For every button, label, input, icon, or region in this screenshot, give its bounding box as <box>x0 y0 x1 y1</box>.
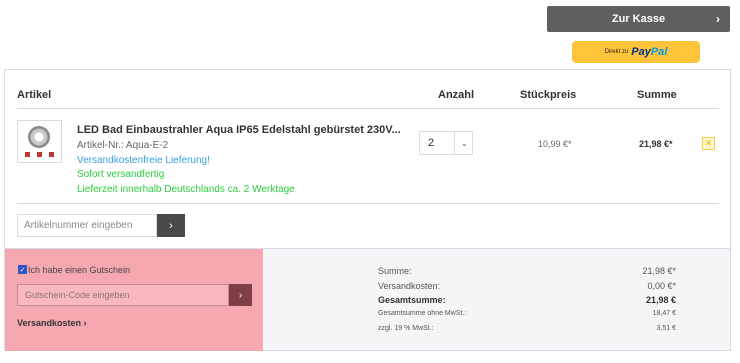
cart-panel: Artikel Anzahl Stückpreis Summe LED Bad … <box>4 69 731 351</box>
summary-row-subtotal: Summe: 21,98 €* <box>378 266 676 276</box>
chevron-right-icon: › <box>169 219 173 232</box>
article-number-field[interactable] <box>17 214 157 237</box>
availability-note: Sofort versandfertig <box>77 169 165 180</box>
summary-value: 21,98 € <box>645 295 676 305</box>
product-article-number: Artikel-Nr.: Aqua-E-2 <box>77 140 169 151</box>
add-article-button[interactable]: › <box>157 214 185 237</box>
summary-label: Gesamtsumme: <box>378 295 446 305</box>
paypal-button[interactable]: Direkt zu Pay Pal <box>572 41 700 63</box>
redeem-voucher-button[interactable]: › <box>229 284 252 306</box>
summary-row-shipping: Versandkosten: 0,00 €* <box>378 281 676 291</box>
voucher-checkbox[interactable]: ✓ <box>18 265 27 274</box>
paypal-logo-part-1: Pay <box>631 46 651 58</box>
cart-header-row: Artikel Anzahl Stückpreis Summe <box>5 70 730 108</box>
header-stueckpreis: Stückpreis <box>520 89 577 101</box>
summary-label: Versandkosten: <box>378 281 441 291</box>
summary-row-vat: zzgl. 19 % MwSt.: 3,51 € <box>378 325 676 332</box>
summary-value: 18,47 € <box>652 310 676 317</box>
shipping-note: Versandkostenfreie Lieferung! <box>77 155 210 166</box>
checkout-button[interactable]: Zur Kasse › <box>547 6 730 32</box>
badge-icon <box>37 152 42 157</box>
summary-value: 3,51 € <box>656 325 676 332</box>
checkout-label: Zur Kasse <box>611 13 666 25</box>
divider <box>17 203 719 204</box>
voucher-field[interactable] <box>17 284 229 306</box>
summary-value: 0,00 €* <box>647 281 676 291</box>
close-icon: ✕ <box>704 138 713 148</box>
chevron-down-icon: ⌄ <box>461 138 468 148</box>
badge-icon <box>25 152 30 157</box>
summary-row-total: Gesamtsumme: 21,98 € <box>378 295 676 305</box>
remove-item-button[interactable]: ✕ <box>702 137 715 150</box>
divider <box>454 132 455 154</box>
chevron-right-icon: › <box>238 289 243 301</box>
header-anzahl: Anzahl <box>438 89 475 101</box>
quantity-value: 2 <box>428 137 435 149</box>
product-thumbnail[interactable] <box>17 120 62 163</box>
unit-price: 10,99 €* <box>538 139 572 149</box>
article-number-input[interactable] <box>18 220 154 231</box>
lamp-image <box>28 126 50 148</box>
chevron-right-icon: › <box>716 12 720 26</box>
shipping-costs-link[interactable]: Versandkosten › <box>17 318 87 328</box>
header-artikel: Artikel <box>17 89 52 101</box>
header-summe: Summe <box>637 89 677 101</box>
paypal-prefix: Direkt zu <box>604 49 629 55</box>
voucher-code-input[interactable] <box>18 290 223 300</box>
line-total: 21,98 €* <box>639 139 673 149</box>
summary-label: zzgl. 19 % MwSt.: <box>378 325 434 332</box>
divider <box>17 108 719 109</box>
badge-icon <box>49 152 54 157</box>
delivery-time-note: Lieferzeit innerhalb Deutschlands ca. 2 … <box>77 184 295 195</box>
summary-label: Summe: <box>378 266 412 276</box>
summary-value: 21,98 €* <box>642 266 676 276</box>
paypal-logo-part-2: Pal <box>650 46 668 58</box>
voucher-checkbox-label[interactable]: Ich habe einen Gutschein <box>28 265 130 275</box>
product-name[interactable]: LED Bad Einbaustrahler Aqua IP65 Edelsta… <box>77 124 401 136</box>
voucher-section: ✓ Ich habe einen Gutschein › Versandkost… <box>5 249 263 351</box>
cart-summary-band: ✓ Ich habe einen Gutschein › Versandkost… <box>5 248 730 351</box>
summary-label: Gesamtsumme ohne MwSt.: <box>378 310 467 317</box>
quantity-select[interactable]: 2 ⌄ <box>419 131 473 155</box>
summary-row-net: Gesamtsumme ohne MwSt.: 18,47 € <box>378 310 676 317</box>
